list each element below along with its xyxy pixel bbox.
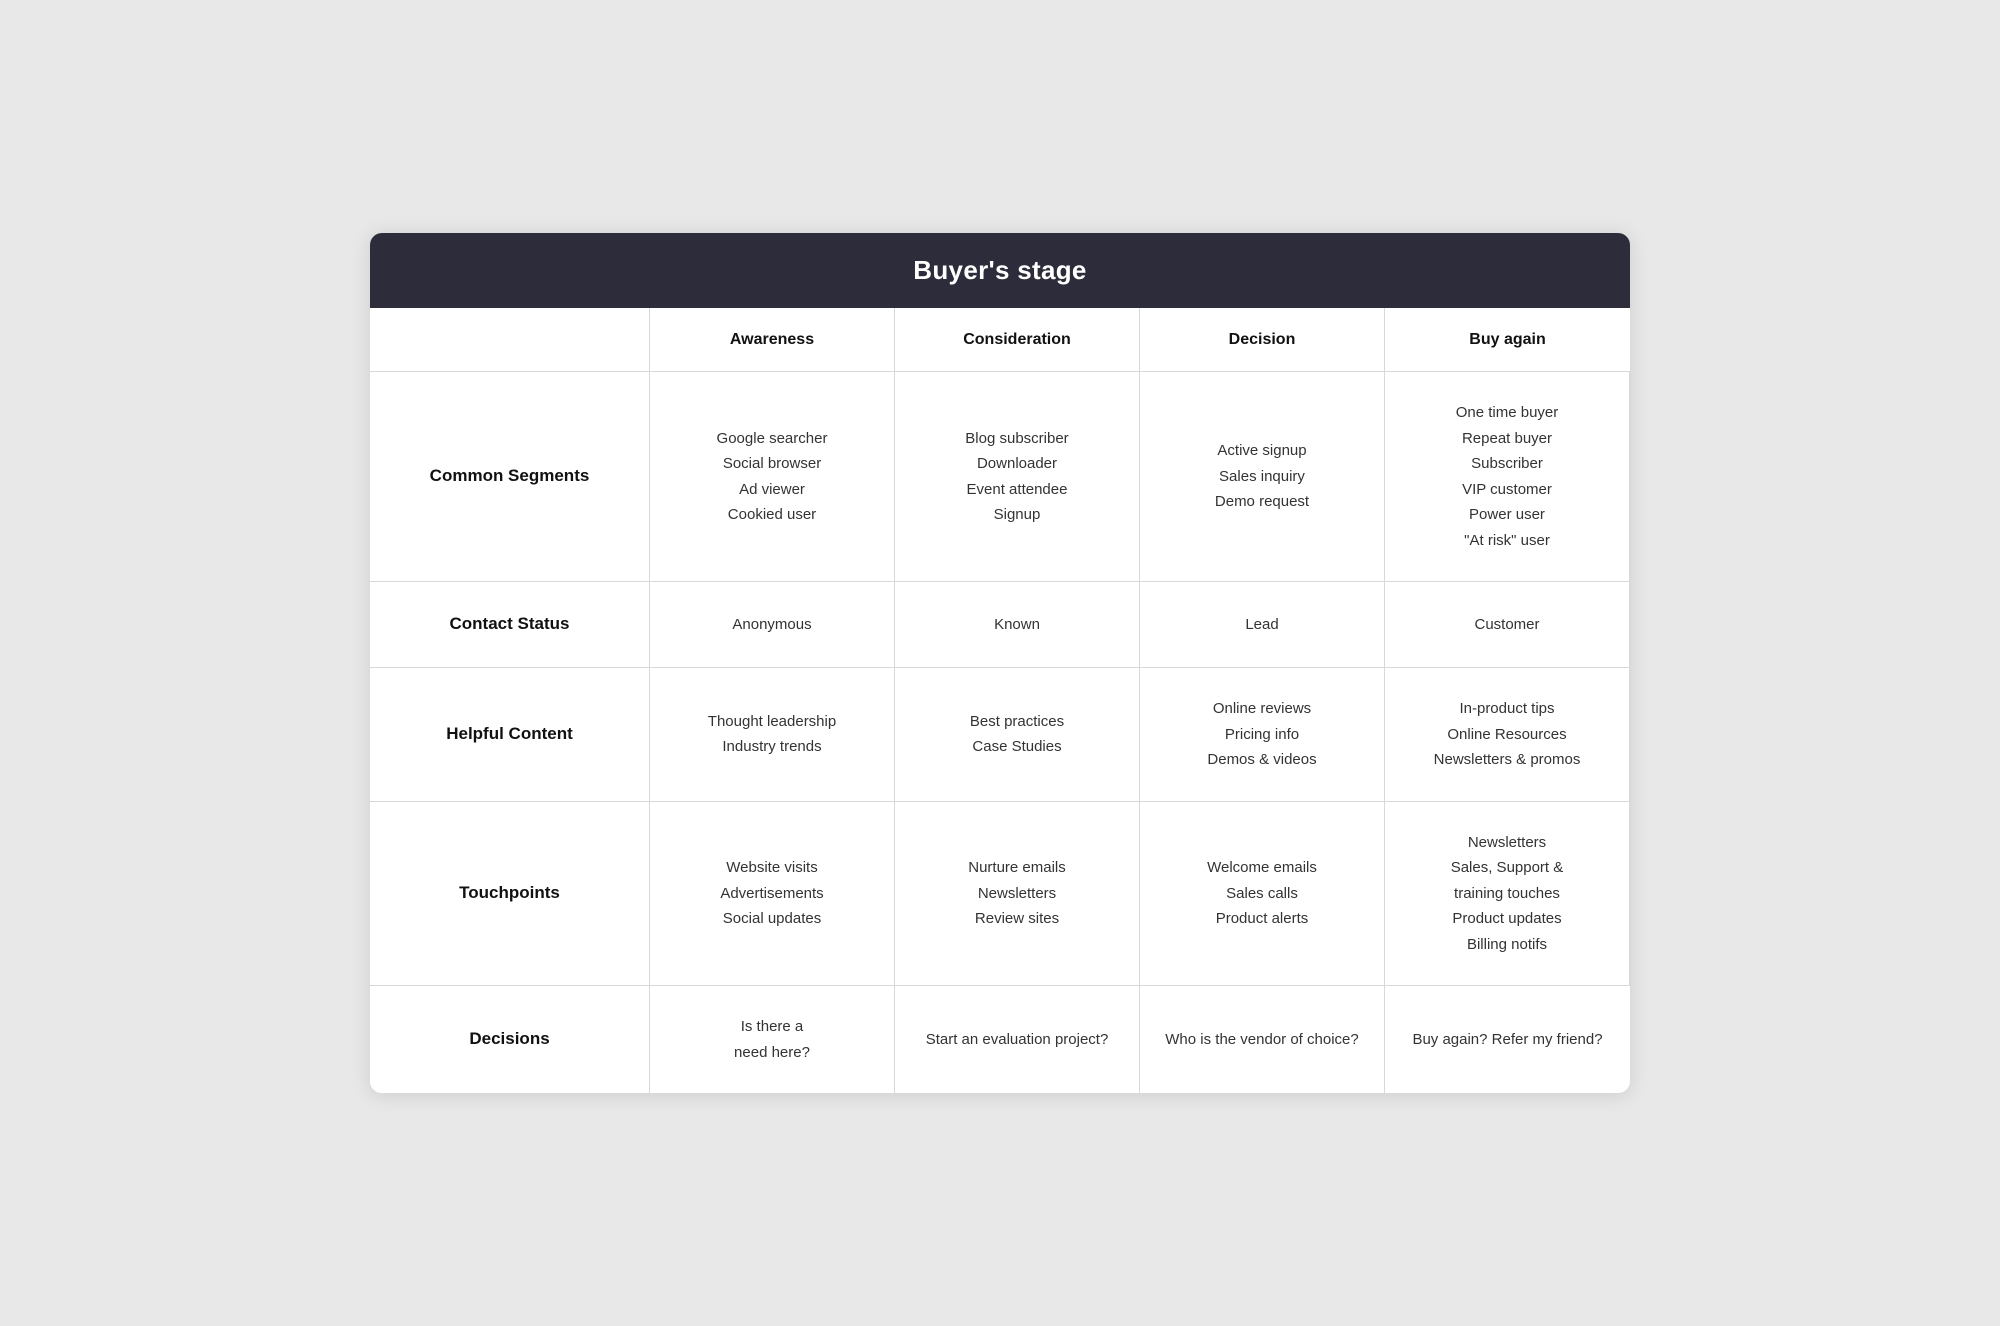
common-segments-awareness-content: Google searcher Social browser Ad viewer… [717, 426, 828, 528]
helpful-content-awareness: Thought leadership Industry trends [650, 668, 895, 802]
row-header-decisions: Decisions [370, 986, 650, 1093]
row-header-helpful-content: Helpful Content [370, 668, 650, 802]
common-segments-awareness: Google searcher Social browser Ad viewer… [650, 372, 895, 582]
contact-status-decision: Lead [1140, 582, 1385, 668]
common-segments-decision: Active signup Sales inquiry Demo request [1140, 372, 1385, 582]
row-header-touchpoints: Touchpoints [370, 802, 650, 987]
col-header-consideration: Consideration [895, 308, 1140, 372]
row-header-contact-status: Contact Status [370, 582, 650, 668]
touchpoints-consideration: Nurture emails Newsletters Review sites [895, 802, 1140, 987]
decisions-buy-again: Buy again? Refer my friend? [1385, 986, 1630, 1093]
table-grid: Awareness Consideration Decision Buy aga… [370, 308, 1630, 1093]
row-header-common-segments: Common Segments [370, 372, 650, 582]
col-header-awareness: Awareness [650, 308, 895, 372]
common-segments-consideration: Blog subscriber Downloader Event attende… [895, 372, 1140, 582]
helpful-content-buy-again: In-product tips Online Resources Newslet… [1385, 668, 1630, 802]
common-segments-buy-again: One time buyer Repeat buyer Subscriber V… [1385, 372, 1630, 582]
touchpoints-awareness: Website visits Advertisements Social upd… [650, 802, 895, 987]
col-header-decision: Decision [1140, 308, 1385, 372]
helpful-content-decision: Online reviews Pricing info Demos & vide… [1140, 668, 1385, 802]
corner-cell [370, 308, 650, 372]
decisions-awareness: Is there a need here? [650, 986, 895, 1093]
contact-status-buy-again: Customer [1385, 582, 1630, 668]
touchpoints-buy-again: Newsletters Sales, Support & training to… [1385, 802, 1630, 987]
common-segments-decision-content: Active signup Sales inquiry Demo request [1215, 438, 1309, 515]
common-segments-buy-again-content: One time buyer Repeat buyer Subscriber V… [1456, 400, 1559, 553]
touchpoints-decision: Welcome emails Sales calls Product alert… [1140, 802, 1385, 987]
buyers-stage-table: Buyer's stage Awareness Consideration De… [370, 233, 1630, 1093]
col-header-buy-again: Buy again [1385, 308, 1630, 372]
contact-status-awareness: Anonymous [650, 582, 895, 668]
decisions-decision: Who is the vendor of choice? [1140, 986, 1385, 1093]
common-segments-consideration-content: Blog subscriber Downloader Event attende… [965, 426, 1068, 528]
contact-status-consideration: Known [895, 582, 1140, 668]
decisions-consideration: Start an evaluation project? [895, 986, 1140, 1093]
helpful-content-consideration: Best practices Case Studies [895, 668, 1140, 802]
table-main-header: Buyer's stage [370, 233, 1630, 308]
